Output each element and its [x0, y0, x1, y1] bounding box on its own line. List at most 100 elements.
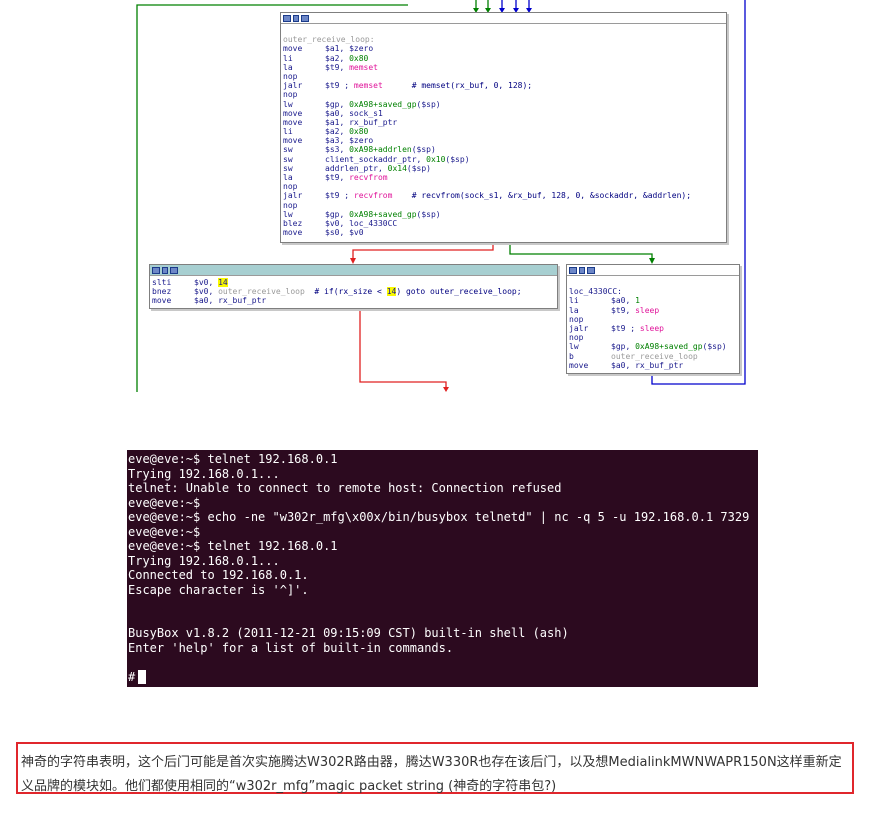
terminal-window[interactable]: eve@eve:~$ telnet 192.168.0.1 Trying 192.… [127, 450, 758, 687]
edge-top-to-left [352, 243, 494, 259]
asm-line: la $t9, sleep [569, 306, 737, 315]
asm-line: jalr $t9 ; memset # memset(rx_buf, 0, 128… [283, 81, 724, 90]
terminal-line: Enter 'help' for a list of built-in comm… [128, 640, 454, 655]
asm-token: 0x80 [349, 127, 369, 137]
node-comment-icon [301, 14, 309, 22]
asm-token: $a0, sock_s1 [325, 108, 383, 118]
asm-line: sw client_sockaddr_ptr, 0x10($sp) [283, 155, 724, 164]
asm-token: memset [353, 81, 383, 91]
asm-token: la [283, 62, 293, 72]
asm-line: li $a2, 0x80 [283, 54, 724, 63]
code-block-outer-receive-loop[interactable]: outer_receive_loop: move $a1, $zero li $a2, … [280, 12, 727, 243]
asm-line: sw addrlen_ptr, 0x14($sp) [283, 164, 724, 173]
asm-token: # recvfrom(sock_s1, &rx_buf, 128, 0, &so… [392, 191, 692, 201]
terminal-line: BusyBox v1.8.2 (2011-12-21 09:15:09 CST)… [128, 626, 569, 640]
asm-token: sw [283, 145, 293, 155]
asm-token: loc_4330CC: [569, 287, 622, 297]
caption-text: 神奇的字符串表明，这个后门可能是首次实施腾达W302R路由器，腾达W330R也存… [21, 755, 842, 794]
asm-token: $a1, rx_buf_ptr [325, 117, 398, 127]
asm-token: $a1, $zero [325, 44, 374, 54]
asm-token: li [569, 296, 579, 306]
asm-token: move [283, 117, 303, 127]
terminal-prompt-line[interactable]: # [128, 669, 758, 685]
asm-token: 14 [218, 278, 228, 287]
asm-token: 0xA98+saved_gp [349, 209, 417, 219]
asm-token: la [569, 305, 579, 315]
asm-token: $gp, [325, 99, 350, 109]
asm-token: jalr [569, 323, 589, 333]
asm-token: nop [283, 200, 298, 210]
asm-line [569, 278, 737, 287]
asm-token: 0xA98+addrlen [349, 145, 412, 155]
asm-token: ($sp) [416, 99, 441, 109]
asm-token: move [283, 108, 303, 118]
asm-token: $t9 ; [325, 191, 354, 201]
asm-token: li [283, 127, 293, 137]
asm-token: sleep [635, 305, 660, 315]
asm-line: sw $s3, 0xA98+addrlen($sp) [283, 145, 724, 154]
terminal-line: Trying 192.168.0.1... [128, 466, 280, 481]
asm-token: client_sockaddr_ptr, [325, 154, 427, 164]
asm-token: move [283, 228, 303, 238]
asm-token: jalr [283, 191, 303, 201]
asm-token: nop [283, 90, 298, 100]
node-comment-icon [587, 266, 595, 274]
asm-token: ($sp) [702, 342, 727, 352]
node-asm-listing: outer_receive_loop: move $a1, $zero li $a2, … [281, 24, 726, 237]
node-graph-icon [283, 14, 291, 22]
asm-line: nop [283, 201, 724, 210]
code-block-loc-4330cc[interactable]: loc_4330CC: li $a0, 1 la $t9, sleep nop jalr $t… [566, 264, 740, 374]
ida-graph-view: outer_receive_loop: move $a1, $zero li $a2, … [128, 0, 758, 392]
node-comment-icon [170, 266, 178, 274]
terminal-line: telnet: Unable to connect to remote host… [128, 481, 562, 495]
asm-token: nop [283, 71, 298, 81]
asm-line: nop [283, 90, 724, 99]
asm-line: la $t9, recvfrom [283, 173, 724, 182]
asm-token: # memset(rx_buf, 0, 128); [382, 81, 533, 91]
terminal-line: eve@eve:~$ telnet 192.168.0.1 [128, 539, 338, 553]
asm-line: li $a0, 1 [569, 296, 737, 305]
asm-token: move [283, 44, 303, 54]
asm-token: $a0, rx_buf_ptr [611, 360, 684, 370]
shell-prompt: # [128, 669, 136, 684]
asm-line: bnez $v0, outer_receive_loop # if(rx_size… [152, 287, 555, 297]
asm-token: nop [569, 314, 584, 324]
asm-token: 14 [386, 287, 397, 297]
asm-line: move $a0, rx_buf_ptr [152, 296, 555, 305]
node-asm-listing: loc_4330CC: li $a0, 1 la $t9, sleep nop jalr $t… [567, 276, 739, 370]
asm-token: lw [569, 342, 579, 352]
asm-token: 0x10 [426, 154, 446, 164]
asm-token: 0x14 [387, 163, 407, 173]
asm-token: $v0, loc_4330CC [325, 218, 398, 228]
terminal-line: eve@eve:~$ telnet 192.168.0.1 [128, 452, 338, 466]
asm-token: blez [283, 218, 303, 228]
asm-token: ($sp) [411, 145, 436, 155]
node-title-bar [281, 13, 726, 24]
asm-token: $s0, $v0 [325, 228, 364, 238]
asm-line: move $a1, $zero [283, 44, 724, 53]
asm-line: move $a3, $zero [283, 136, 724, 145]
node-graph-icon [569, 266, 577, 274]
asm-token: lw [283, 209, 293, 219]
asm-token: addrlen_ptr, [325, 163, 388, 173]
asm-line: jalr $t9 ; recvfrom # recvfrom(sock_s1, &… [283, 191, 724, 200]
asm-line: li $a2, 0x80 [283, 127, 724, 136]
asm-token: slti [152, 278, 172, 287]
asm-token: $a2, [325, 127, 350, 137]
terminal-line: Connected to 192.168.0.1. [128, 568, 309, 582]
asm-token: $a2, [325, 53, 350, 63]
asm-line [283, 26, 724, 35]
terminal-line: eve@eve:~$ [128, 495, 201, 510]
code-block-size-check[interactable]: slti $v0, 14 bnez $v0, outer_receive_loop #… [149, 264, 558, 309]
asm-token: $t9, [611, 305, 636, 315]
asm-line: lw $gp, 0xA98+saved_gp($sp) [283, 210, 724, 219]
asm-line: jalr $t9 ; sleep [569, 324, 737, 333]
asm-token: ($sp) [445, 154, 470, 164]
asm-token: recvfrom [349, 173, 388, 182]
asm-token: 0xA98+saved_gp [635, 342, 703, 352]
terminal-line: Trying 192.168.0.1... [128, 553, 280, 568]
asm-token: li [283, 53, 293, 63]
